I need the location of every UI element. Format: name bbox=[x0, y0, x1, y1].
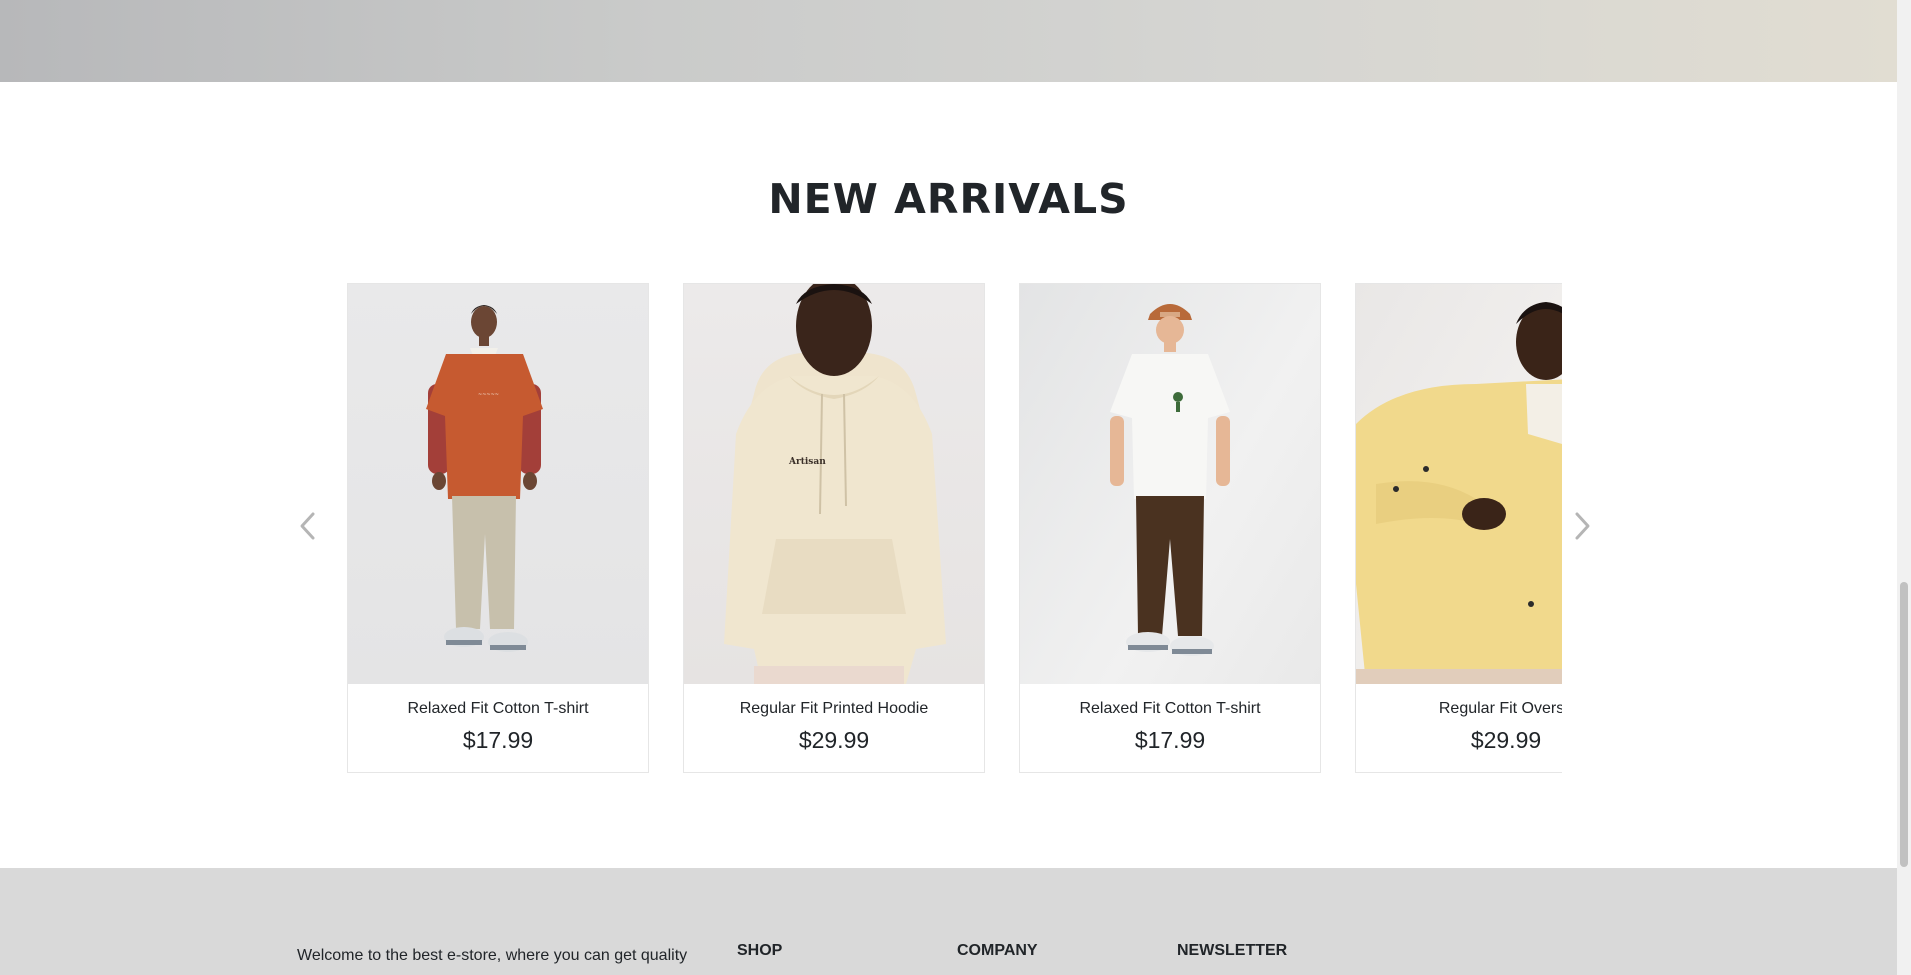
product-price: $17.99 bbox=[1134, 727, 1206, 753]
product-name[interactable]: Relaxed Fit Cotton T-shirt bbox=[1020, 700, 1320, 718]
product-card[interactable]: Regular Fit Oversh $29.99 bbox=[1355, 283, 1562, 773]
svg-text:~~~~~: ~~~~~ bbox=[478, 392, 499, 398]
product-photo-yellow-overshirt bbox=[1356, 302, 1562, 684]
product-name[interactable]: Regular Fit Printed Hoodie bbox=[684, 700, 984, 718]
product-image[interactable]: ~~~~~ bbox=[348, 284, 648, 684]
product-photo-orange-tshirt: ~~~~~ bbox=[426, 305, 543, 652]
product-price: $17.99 bbox=[462, 727, 534, 753]
footer-about-text: Welcome to the best e-store, where you c… bbox=[297, 947, 688, 964]
footer-heading-shop: SHOP bbox=[737, 942, 783, 959]
product-name[interactable]: Regular Fit Oversh bbox=[1356, 700, 1562, 718]
carousel-next-button[interactable] bbox=[1567, 506, 1597, 546]
product-image[interactable]: Artisan bbox=[684, 284, 984, 684]
product-name[interactable]: Relaxed Fit Cotton T-shirt bbox=[348, 700, 648, 718]
footer bbox=[0, 868, 1897, 975]
product-image[interactable] bbox=[1356, 284, 1562, 684]
carousel-prev-button[interactable] bbox=[293, 506, 323, 546]
new-arrivals-title: NEW ARRIVALS bbox=[768, 175, 1129, 223]
product-card[interactable]: Relaxed Fit Cotton T-shirt $17.99 bbox=[1019, 283, 1321, 773]
product-price: $29.99 bbox=[1470, 727, 1542, 753]
svg-text:Artisan: Artisan bbox=[788, 457, 826, 467]
chevron-right-icon bbox=[1575, 512, 1590, 540]
footer-heading-company: COMPANY bbox=[957, 942, 1038, 959]
footer-heading-newsletter: NEWSLETTER bbox=[1177, 942, 1288, 959]
product-image[interactable] bbox=[1020, 284, 1320, 684]
product-carousel[interactable]: ~~~~~ Relaxed Fit Cotton T-shirt $17.99 bbox=[347, 283, 1562, 773]
product-photo-white-tshirt bbox=[1110, 304, 1230, 656]
page-scrollbar-thumb[interactable] bbox=[1900, 582, 1908, 867]
hero-banner-bottom bbox=[0, 0, 1897, 82]
product-photo-cream-hoodie: Artisan bbox=[724, 284, 946, 684]
product-card[interactable]: Artisan Regular Fit Printed Hoodie $29.9… bbox=[683, 283, 985, 773]
chevron-left-icon bbox=[300, 512, 315, 540]
product-card[interactable]: ~~~~~ Relaxed Fit Cotton T-shirt $17.99 bbox=[347, 283, 649, 773]
product-price: $29.99 bbox=[798, 727, 870, 753]
